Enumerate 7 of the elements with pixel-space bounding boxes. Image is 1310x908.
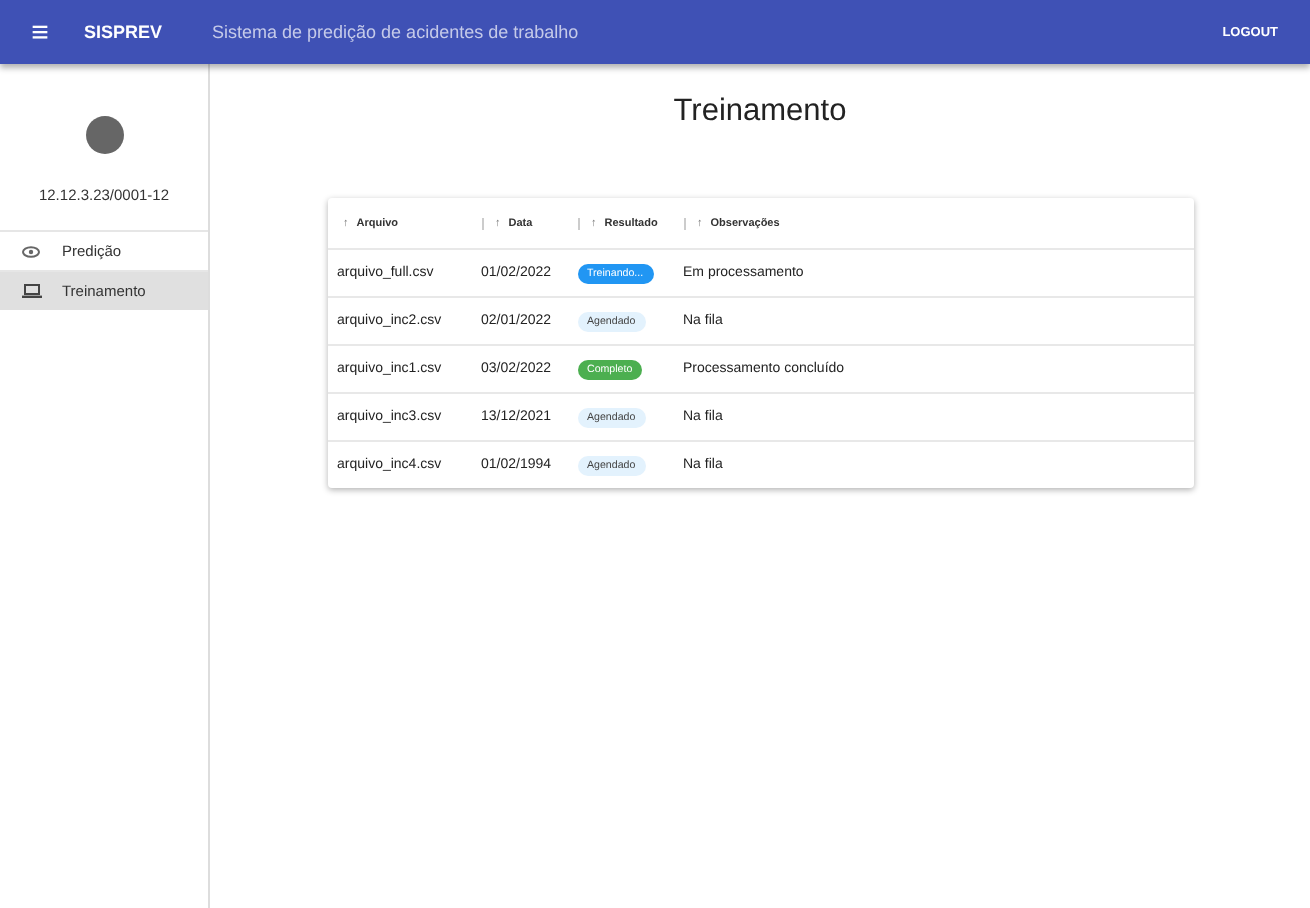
avatar: [85, 116, 123, 154]
page-title: Treinamento: [673, 94, 847, 130]
app-title: SISPREV: [84, 22, 165, 42]
menu-icon[interactable]: ≡: [20, 15, 60, 49]
eye-icon: [22, 245, 40, 257]
laptop-icon: [22, 284, 42, 298]
app-subtitle: Sistema de predição de acidentes de trabalho: [212, 22, 581, 42]
